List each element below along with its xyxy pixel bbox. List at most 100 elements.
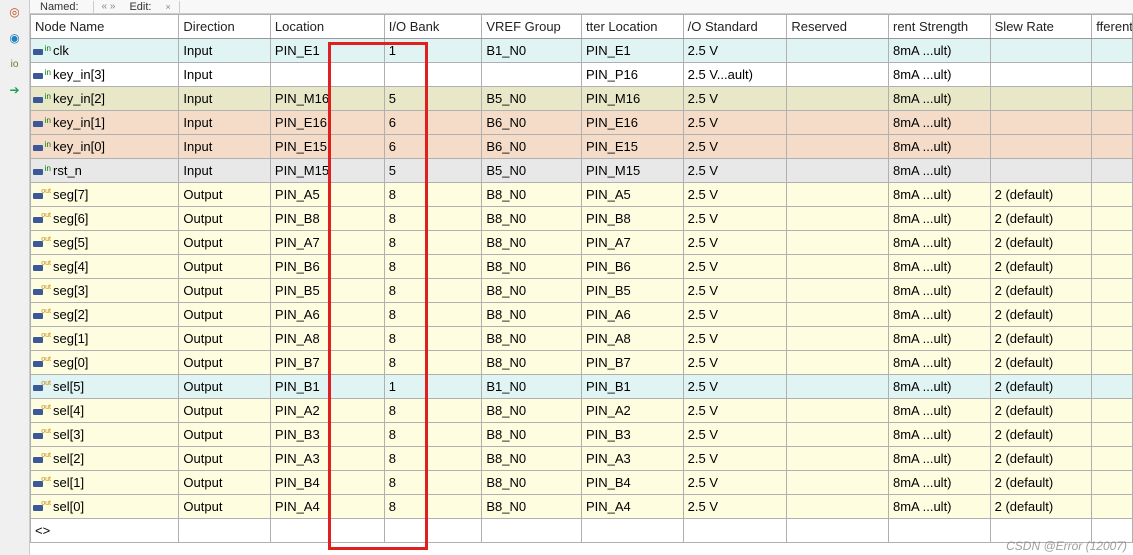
table-row[interactable]: seg[4]OutputPIN_B68B8_N0PIN_B62.5 V8mA .… <box>31 255 1133 279</box>
cell-current-strength[interactable]: 8mA ...ult) <box>888 279 990 303</box>
cell-differential[interactable] <box>1092 183 1133 207</box>
cell-slew-rate[interactable]: 2 (default) <box>990 207 1092 231</box>
cell-reserved[interactable] <box>787 447 889 471</box>
cell-reserved[interactable] <box>787 135 889 159</box>
cell-current-strength[interactable]: 8mA ...ult) <box>888 183 990 207</box>
tool-target-icon[interactable]: ◎ <box>5 2 25 22</box>
cell-io-standard[interactable]: 2.5 V <box>683 303 787 327</box>
cell-vref-group[interactable]: B8_N0 <box>482 423 582 447</box>
cell-current-strength[interactable]: 8mA ...ult) <box>888 63 990 87</box>
cell-fitter-location[interactable]: PIN_P16 <box>581 63 683 87</box>
table-row[interactable]: sel[0]OutputPIN_A48B8_N0PIN_A42.5 V8mA .… <box>31 495 1133 519</box>
cell-name[interactable]: seg[6] <box>31 207 179 231</box>
cell-slew-rate[interactable]: 2 (default) <box>990 303 1092 327</box>
cell-vref-group[interactable]: B8_N0 <box>482 207 582 231</box>
cell-name[interactable]: seg[0] <box>31 351 179 375</box>
col-io-bank[interactable]: I/O Bank <box>384 15 482 39</box>
cell-io-standard[interactable]: 2.5 V <box>683 399 787 423</box>
table-row[interactable]: key_in[2]InputPIN_M165B5_N0PIN_M162.5 V8… <box>31 87 1133 111</box>
cell-reserved[interactable] <box>787 351 889 375</box>
cell-io-bank[interactable]: 8 <box>384 399 482 423</box>
cell-io-standard[interactable]: 2.5 V <box>683 87 787 111</box>
cell-location[interactable]: PIN_M16 <box>270 87 384 111</box>
cell-name[interactable]: seg[1] <box>31 327 179 351</box>
cell-slew-rate[interactable]: 2 (default) <box>990 279 1092 303</box>
cell-differential[interactable] <box>1092 135 1133 159</box>
cell-slew-rate[interactable]: 2 (default) <box>990 399 1092 423</box>
table-row[interactable]: sel[1]OutputPIN_B48B8_N0PIN_B42.5 V8mA .… <box>31 471 1133 495</box>
cell-name[interactable]: sel[1] <box>31 471 179 495</box>
cell-fitter-location[interactable]: PIN_A2 <box>581 399 683 423</box>
col-node-name[interactable]: Node Name <box>31 15 179 39</box>
cell-reserved[interactable] <box>787 423 889 447</box>
tool-eye-icon[interactable]: ◉ <box>5 28 25 48</box>
cell-current-strength[interactable]: 8mA ...ult) <box>888 135 990 159</box>
cell-current-strength[interactable]: 8mA ...ult) <box>888 231 990 255</box>
cell-reserved[interactable] <box>787 207 889 231</box>
cell-direction[interactable]: Input <box>179 63 270 87</box>
cell-fitter-location[interactable]: PIN_B8 <box>581 207 683 231</box>
cell-vref-group[interactable] <box>482 63 582 87</box>
cell-location[interactable] <box>270 63 384 87</box>
cell-direction[interactable]: Output <box>179 231 270 255</box>
cell-current-strength[interactable]: 8mA ...ult) <box>888 327 990 351</box>
cell-reserved[interactable] <box>787 159 889 183</box>
table-row[interactable]: seg[0]OutputPIN_B78B8_N0PIN_B72.5 V8mA .… <box>31 351 1133 375</box>
cell-differential[interactable] <box>1092 279 1133 303</box>
cell-io-bank[interactable]: 5 <box>384 87 482 111</box>
cell-direction[interactable]: Output <box>179 375 270 399</box>
cell-fitter-location[interactable]: PIN_A6 <box>581 303 683 327</box>
cell-io-standard[interactable]: 2.5 V <box>683 423 787 447</box>
cell-name[interactable]: sel[5] <box>31 375 179 399</box>
cell-slew-rate[interactable]: 2 (default) <box>990 375 1092 399</box>
cell-vref-group[interactable]: B8_N0 <box>482 447 582 471</box>
cell-vref-group[interactable]: B1_N0 <box>482 39 582 63</box>
cell-current-strength[interactable]: 8mA ...ult) <box>888 111 990 135</box>
table-row[interactable]: seg[1]OutputPIN_A88B8_N0PIN_A82.5 V8mA .… <box>31 327 1133 351</box>
table-row[interactable]: key_in[3]InputPIN_P162.5 V...ault)8mA ..… <box>31 63 1133 87</box>
cell-io-bank[interactable]: 8 <box>384 255 482 279</box>
cell-name[interactable]: sel[0] <box>31 495 179 519</box>
cell-slew-rate[interactable]: 2 (default) <box>990 447 1092 471</box>
cell-slew-rate[interactable]: 2 (default) <box>990 423 1092 447</box>
cell-fitter-location[interactable]: PIN_B7 <box>581 351 683 375</box>
cell-io-bank[interactable]: 8 <box>384 423 482 447</box>
cell-direction[interactable]: Input <box>179 159 270 183</box>
tool-io-icon[interactable]: io <box>5 54 25 74</box>
table-row[interactable]: key_in[1]InputPIN_E166B6_N0PIN_E162.5 V8… <box>31 111 1133 135</box>
cell-slew-rate[interactable] <box>990 87 1092 111</box>
cell-name[interactable]: sel[2] <box>31 447 179 471</box>
cell-io-standard[interactable]: 2.5 V <box>683 135 787 159</box>
col-location[interactable]: Location <box>270 15 384 39</box>
cell-slew-rate[interactable] <box>990 135 1092 159</box>
cell-slew-rate[interactable] <box>990 39 1092 63</box>
cell-differential[interactable] <box>1092 399 1133 423</box>
cell-io-bank[interactable]: 6 <box>384 111 482 135</box>
cell-name[interactable]: seg[7] <box>31 183 179 207</box>
cell-fitter-location[interactable]: PIN_M16 <box>581 87 683 111</box>
cell-location[interactable]: PIN_A3 <box>270 447 384 471</box>
cell-current-strength[interactable]: 8mA ...ult) <box>888 303 990 327</box>
cell-current-strength[interactable]: 8mA ...ult) <box>888 39 990 63</box>
cell-io-bank[interactable]: 8 <box>384 327 482 351</box>
cell-differential[interactable] <box>1092 87 1133 111</box>
cell-differential[interactable] <box>1092 207 1133 231</box>
cell-vref-group[interactable]: B5_N0 <box>482 87 582 111</box>
cell-current-strength[interactable]: 8mA ...ult) <box>888 375 990 399</box>
cell-name[interactable]: seg[2] <box>31 303 179 327</box>
cell-vref-group[interactable]: B8_N0 <box>482 351 582 375</box>
cell-reserved[interactable] <box>787 111 889 135</box>
cell-io-bank[interactable]: 8 <box>384 471 482 495</box>
cell-direction[interactable]: Output <box>179 399 270 423</box>
cell-current-strength[interactable]: 8mA ...ult) <box>888 207 990 231</box>
cell-differential[interactable] <box>1092 303 1133 327</box>
cell-io-standard[interactable]: 2.5 V...ault) <box>683 63 787 87</box>
table-row[interactable]: clkInputPIN_E11B1_N0PIN_E12.5 V8mA ...ul… <box>31 39 1133 63</box>
cell-io-standard[interactable]: 2.5 V <box>683 159 787 183</box>
new-node-row[interactable]: <> <box>31 519 1133 543</box>
cell-name[interactable]: seg[5] <box>31 231 179 255</box>
cell-location[interactable]: PIN_E1 <box>270 39 384 63</box>
cell-io-bank[interactable]: 8 <box>384 495 482 519</box>
cell-direction[interactable]: Output <box>179 495 270 519</box>
cell-differential[interactable] <box>1092 159 1133 183</box>
